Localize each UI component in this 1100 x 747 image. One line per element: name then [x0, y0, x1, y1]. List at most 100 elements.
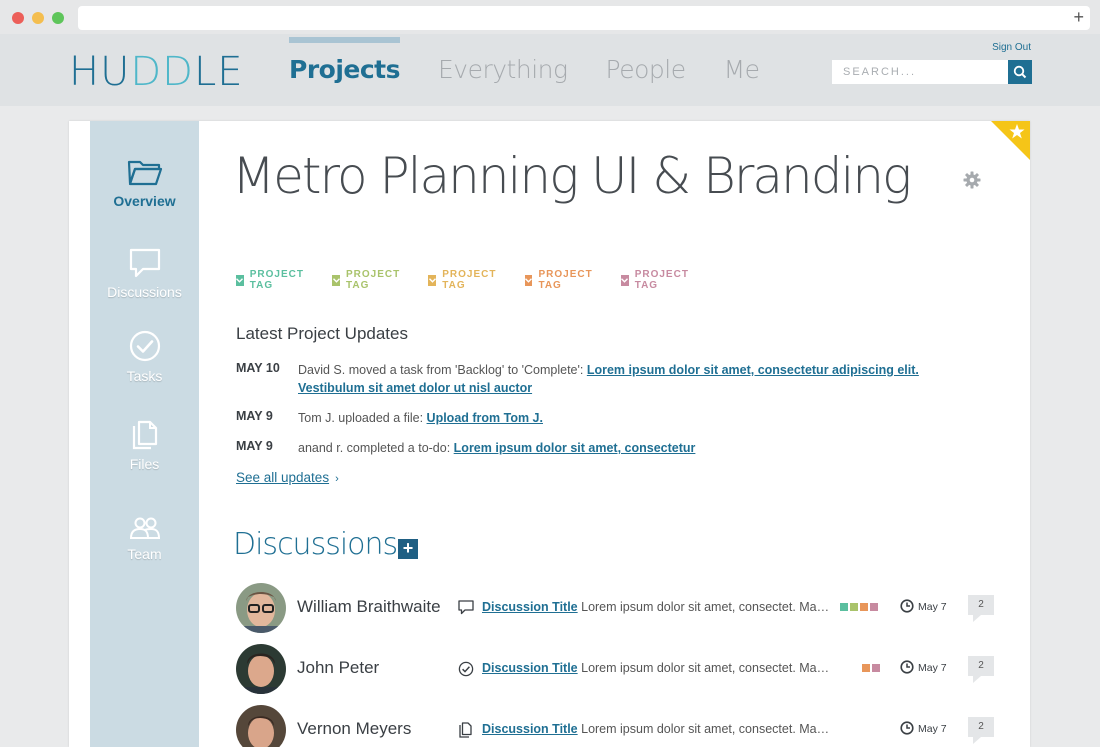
sidebar-item-label: Discussions — [107, 284, 182, 300]
tag-chevron-icon — [236, 274, 244, 286]
update-date: MAY 9 — [236, 409, 273, 423]
check-circle-icon — [129, 330, 160, 362]
tag-label: PROJECT TAG — [249, 269, 304, 291]
page-title: Metro Planning UI & Branding — [232, 147, 912, 205]
discussion-row[interactable]: Vernon Meyers Discussion Title Lorem ips… — [236, 705, 996, 747]
project-tags: PROJECT TAG PROJECT TAG PROJECT TAG PROJ… — [236, 269, 717, 291]
tag-swatch — [840, 603, 848, 611]
gear-icon[interactable] — [963, 171, 981, 189]
comment-count-badge[interactable]: 2 — [968, 656, 994, 683]
project-tag[interactable]: PROJECT TAG — [236, 269, 307, 291]
discussion-date: May 7 — [918, 601, 947, 613]
sidebar-item-discussions[interactable]: Discussions — [90, 248, 199, 300]
update-date: MAY 10 — [236, 361, 280, 375]
tag-label: PROJECT TAG — [346, 269, 401, 291]
project-sidebar: Overview Discussions Tasks Files Team — [90, 121, 199, 747]
tag-chevron-icon — [524, 274, 533, 286]
tag-swatch — [862, 664, 870, 672]
update-item: MAY 9 anand r. completed a to-do: Lorem … — [236, 439, 938, 457]
tag-swatch — [870, 603, 878, 611]
clock-icon — [900, 721, 914, 735]
search-button[interactable] — [1008, 60, 1032, 84]
see-all-updates-link[interactable]: See all updates › — [236, 470, 339, 485]
avatar[interactable] — [236, 583, 286, 633]
project-tag[interactable]: PROJECT TAG — [524, 269, 596, 291]
folder-icon — [127, 160, 162, 186]
project-tag[interactable]: PROJECT TAG — [620, 269, 692, 291]
discussion-tag-swatches — [840, 603, 880, 611]
clock-icon — [900, 660, 914, 674]
avatar[interactable] — [236, 705, 286, 747]
discussion-title-link[interactable]: Discussion Title — [482, 661, 578, 675]
discussion-author: John Peter — [297, 658, 380, 677]
nav-everything[interactable]: Everything — [438, 34, 568, 106]
sidebar-item-files[interactable]: Files — [90, 420, 199, 472]
discussion-title-link[interactable]: Discussion Title — [482, 600, 578, 614]
update-link[interactable]: Lorem ipsum dolor sit amet, consectetur — [454, 441, 696, 455]
comment-count-badge[interactable]: 2 — [968, 717, 994, 744]
browser-chrome: + — [0, 0, 1100, 34]
sidebar-item-label: Overview — [113, 193, 176, 209]
discussion-summary: Discussion Title Lorem ipsum dolor sit a… — [482, 661, 836, 675]
files-icon — [459, 722, 472, 738]
project-tag[interactable]: PROJECT TAG — [332, 269, 403, 291]
discussion-date: May 7 — [918, 723, 947, 735]
nav-projects[interactable]: Projects — [289, 34, 401, 106]
sidebar-item-label: Files — [129, 456, 160, 472]
address-bar[interactable] — [78, 6, 1090, 30]
discussion-row[interactable]: William Braithwaite Discussion Title Lor… — [236, 583, 996, 633]
tag-label: PROJECT TAG — [442, 269, 497, 291]
tag-swatch — [850, 603, 858, 611]
check-circle-icon — [458, 661, 474, 677]
clock-icon — [900, 599, 914, 613]
update-item: MAY 9 Tom J. uploaded a file: Upload fro… — [236, 409, 938, 427]
search-box — [832, 60, 1032, 84]
avatar[interactable] — [236, 644, 286, 694]
discussion-summary: Discussion Title Lorem ipsum dolor sit a… — [482, 600, 836, 614]
files-icon — [132, 420, 157, 450]
favorite-star-icon[interactable] — [991, 121, 1030, 160]
update-text: anand r. completed a to-do: Lorem ipsum … — [298, 441, 696, 455]
tag-chevron-icon — [428, 274, 437, 286]
discussion-tag-swatches — [862, 664, 882, 672]
update-text: Tom J. uploaded a file: Upload from Tom … — [298, 411, 543, 425]
sidebar-item-tasks[interactable]: Tasks — [90, 330, 199, 384]
search-icon — [1013, 65, 1027, 79]
tag-chevron-icon — [620, 274, 629, 286]
minimize-window-button[interactable] — [32, 12, 44, 24]
tag-swatch — [860, 603, 868, 611]
tag-label: PROJECT TAG — [538, 269, 593, 291]
speech-bubble-icon — [458, 600, 474, 615]
discussions-heading: Discussions — [233, 527, 398, 562]
discussion-row[interactable]: John Peter Discussion Title Lorem ipsum … — [236, 644, 996, 694]
nav-people[interactable]: People — [606, 34, 687, 106]
main-nav: Projects Everything People Me — [289, 34, 798, 106]
sidebar-item-label: Tasks — [126, 368, 163, 384]
sidebar-item-team[interactable]: Team — [90, 516, 199, 562]
discussion-author: Vernon Meyers — [297, 719, 412, 738]
discussion-date: May 7 — [918, 662, 947, 674]
update-text: David S. moved a task from 'Backlog' to … — [298, 363, 919, 395]
update-item: MAY 10 David S. moved a task from 'Backl… — [236, 361, 938, 397]
discussion-summary: Discussion Title Lorem ipsum dolor sit a… — [482, 722, 836, 736]
update-link[interactable]: Upload from Tom J. — [427, 411, 543, 425]
maximize-window-button[interactable] — [52, 12, 64, 24]
team-icon — [129, 517, 160, 539]
tag-label: PROJECT TAG — [634, 269, 689, 291]
tag-chevron-icon — [332, 274, 340, 286]
sign-out-link[interactable]: Sign Out — [992, 42, 1031, 53]
add-discussion-button[interactable]: + — [398, 539, 418, 559]
updates-heading: Latest Project Updates — [236, 324, 408, 343]
discussion-author: William Braithwaite — [297, 597, 441, 616]
sidebar-item-overview[interactable]: Overview — [90, 157, 199, 209]
search-input[interactable] — [832, 60, 1008, 84]
nav-me[interactable]: Me — [724, 34, 760, 106]
close-window-button[interactable] — [12, 12, 24, 24]
sidebar-item-label: Team — [127, 546, 162, 562]
discussion-title-link[interactable]: Discussion Title — [482, 722, 578, 736]
comment-count-badge[interactable]: 2 — [968, 595, 994, 622]
new-tab-icon[interactable]: + — [1073, 7, 1084, 27]
app-header: HUDDLE Projects Everything People Me Sig… — [0, 34, 1100, 106]
project-tag[interactable]: PROJECT TAG — [428, 269, 499, 291]
huddle-logo[interactable]: HUDDLE — [69, 50, 244, 94]
